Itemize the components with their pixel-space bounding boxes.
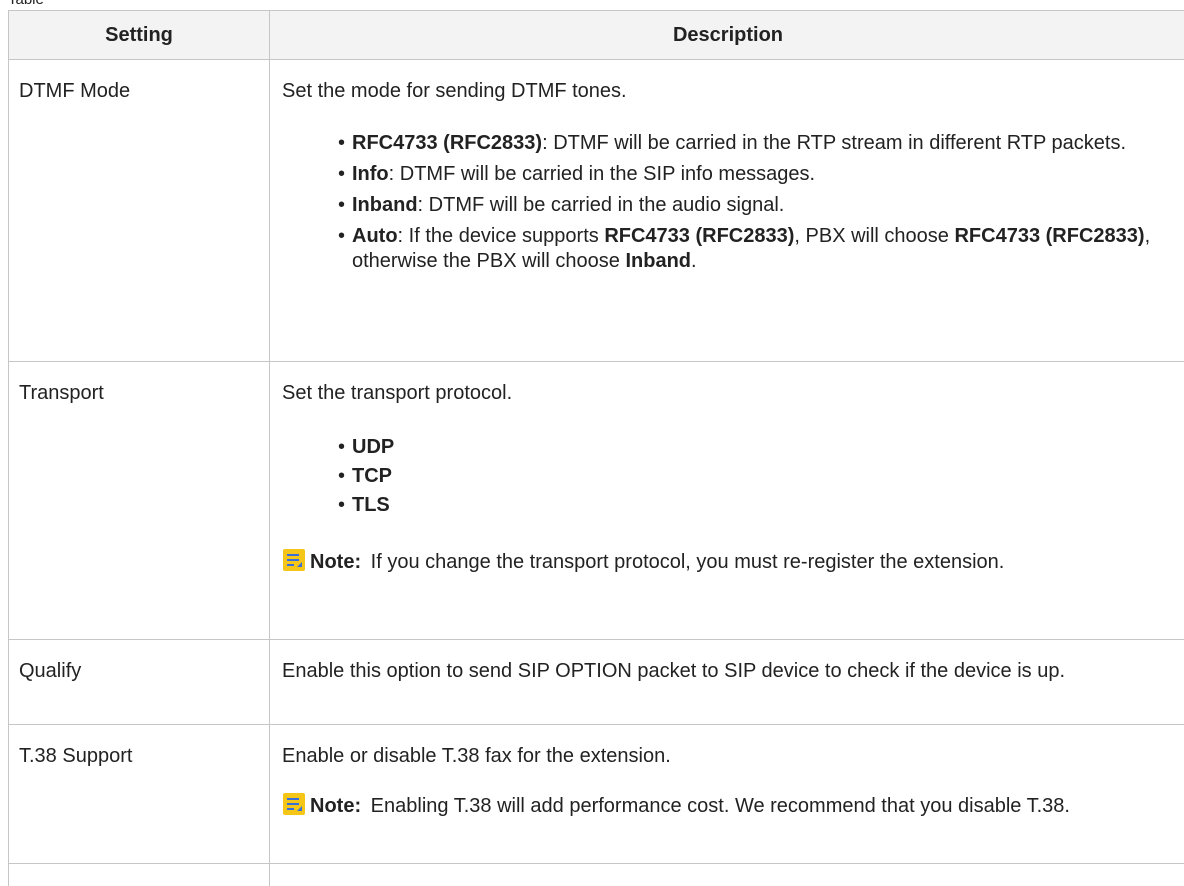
table-row: T.38 Support Enable or disable T.38 fax … xyxy=(8,724,1184,864)
setting-name: T.38 Support xyxy=(8,724,270,864)
table-row: SRTP Enable SRTP for voice encryption. xyxy=(8,863,1184,886)
settings-table: Setting Description DTMF Mode Set the mo… xyxy=(8,10,1184,886)
list-item: UDP xyxy=(338,435,1174,460)
note-label: Note: xyxy=(310,795,362,817)
table-caption: Table xyxy=(8,0,44,8)
table-row: Qualify Enable this option to send SIP O… xyxy=(8,639,1184,725)
setting-description: Enable SRTP for voice encryption. xyxy=(269,863,1184,886)
table-row: DTMF Mode Set the mode for sending DTMF … xyxy=(8,59,1184,362)
list-item: TCP xyxy=(338,464,1174,489)
setting-description: Set the transport protocol. UDP TCP TLS xyxy=(269,361,1184,640)
setting-name: DTMF Mode xyxy=(8,59,270,362)
description-text: Set the transport protocol. xyxy=(282,382,513,404)
header-setting: Setting xyxy=(8,10,270,60)
setting-description: Set the mode for sending DTMF tones. RFC… xyxy=(269,59,1184,362)
document-page: Table Setting Description DTMF Mode Set … xyxy=(0,0,1184,886)
list-item: Info: DTMF will be carried in the SIP in… xyxy=(338,162,1174,187)
setting-name: Qualify xyxy=(8,639,270,725)
list-item: Auto: If the device supports RFC4733 (RF… xyxy=(338,224,1174,274)
option-list: RFC4733 (RFC2833): DTMF will be carried … xyxy=(338,131,1174,274)
setting-description: Enable this option to send SIP OPTION pa… xyxy=(269,639,1184,725)
table-row: Transport Set the transport protocol. UD… xyxy=(8,361,1184,640)
setting-name: Transport xyxy=(8,361,270,640)
note-icon xyxy=(282,548,306,572)
note: Note: Enabling T.38 will add performance… xyxy=(282,792,1174,820)
description-text: Enable or disable T.38 fax for the exten… xyxy=(282,745,671,767)
setting-description: Enable or disable T.38 fax for the exten… xyxy=(269,724,1184,864)
note-text: Enabling T.38 will add performance cost.… xyxy=(370,795,1070,817)
list-item: TLS xyxy=(338,493,1174,518)
list-item: RFC4733 (RFC2833): DTMF will be carried … xyxy=(338,131,1174,156)
note-label: Note: xyxy=(310,551,362,573)
table-header-row: Setting Description xyxy=(8,10,1184,60)
option-list: UDP TCP TLS xyxy=(338,435,1174,518)
header-description: Description xyxy=(269,10,1184,60)
list-item: Inband: DTMF will be carried in the audi… xyxy=(338,193,1174,218)
description-text: Set the mode for sending DTMF tones. xyxy=(282,80,627,102)
note: Note: If you change the transport protoc… xyxy=(282,548,1174,576)
note-text: If you change the transport protocol, yo… xyxy=(370,551,1005,573)
setting-name: SRTP xyxy=(8,863,270,886)
note-icon xyxy=(282,792,306,816)
